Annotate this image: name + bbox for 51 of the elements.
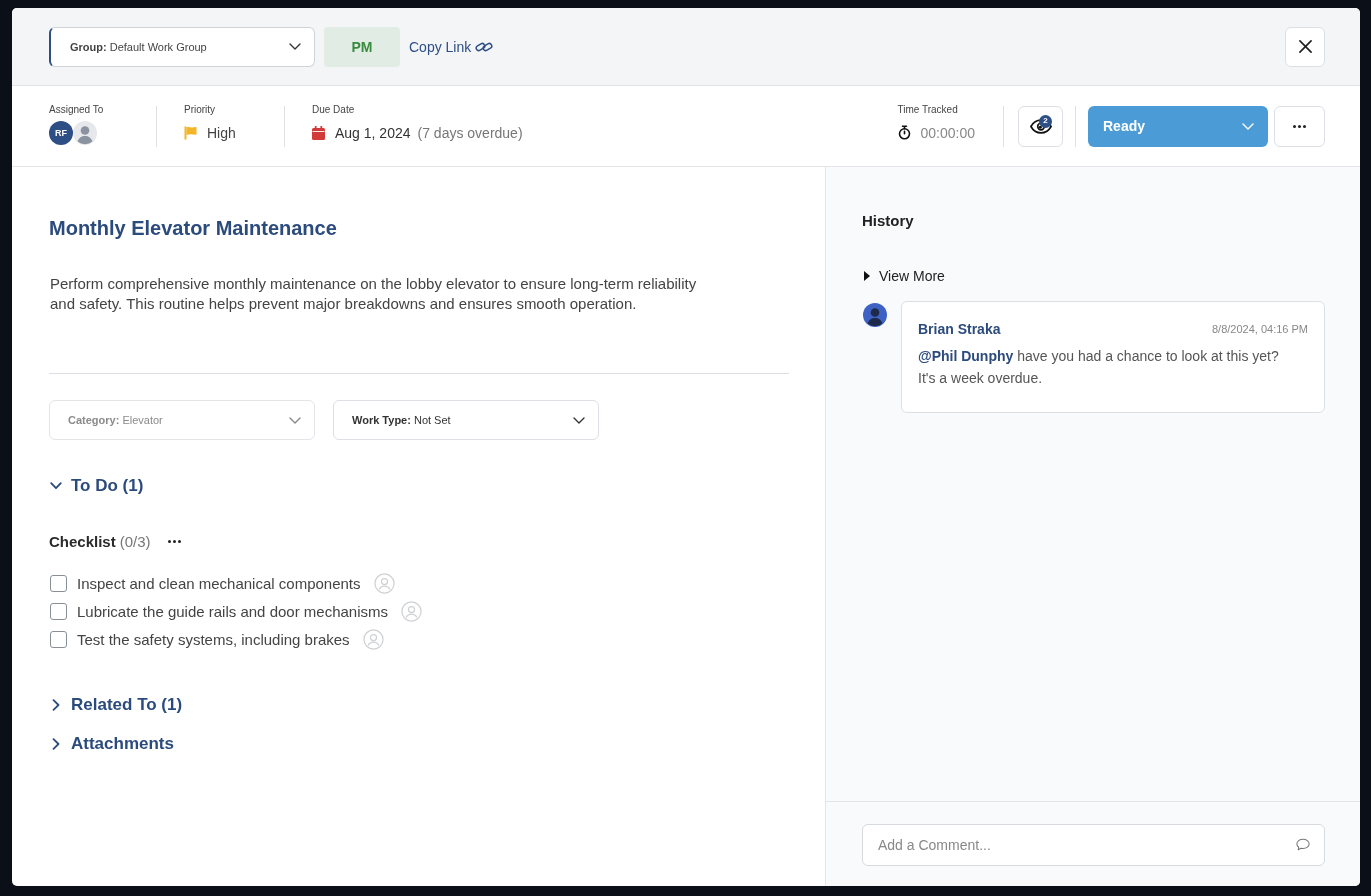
stopwatch-icon bbox=[897, 125, 911, 140]
speech-bubble-icon bbox=[1296, 838, 1310, 851]
link-icon bbox=[475, 40, 494, 53]
checklist-item-text: Lubricate the guide rails and door mechanisms bbox=[77, 602, 388, 620]
checkbox[interactable] bbox=[50, 574, 67, 592]
checkbox[interactable] bbox=[50, 630, 67, 648]
section-toggle[interactable]: Related To (1) bbox=[49, 693, 183, 717]
comment-text: @Phil Dunphy have you had a chance to look at this yet? It's a week overdue. bbox=[918, 347, 1280, 388]
user-initials-avatar: RF bbox=[49, 120, 73, 145]
checkbox[interactable] bbox=[50, 602, 67, 620]
comment-time: 8/8/2024, 04:16 PM bbox=[1212, 323, 1308, 335]
task-description: Perform comprehensive monthly maintenance on the lobby elevator to ensure long-term reliability and safety. This routine helps prevent major breakdowns and ensures smooth operation. bbox=[50, 274, 698, 314]
eye-icon bbox=[1029, 118, 1052, 134]
person-avatar-icon bbox=[73, 120, 97, 145]
more-icon[interactable] bbox=[167, 539, 181, 543]
field-label: Assigned To bbox=[49, 103, 105, 116]
priority-value: High bbox=[207, 124, 236, 141]
checklist-count: (0/3) bbox=[119, 532, 151, 550]
caret-right-icon bbox=[864, 271, 870, 281]
checklist-item-text: Inspect and clean mechanical components bbox=[77, 574, 361, 592]
section-toggle[interactable]: To Do (1) bbox=[49, 474, 144, 498]
chevron-down-icon bbox=[289, 416, 301, 424]
close-icon bbox=[1298, 40, 1312, 53]
watcher-count-badge: 2 bbox=[1039, 114, 1052, 128]
watch-button[interactable]: 2 bbox=[1018, 105, 1063, 147]
chevron-down-icon bbox=[1242, 122, 1254, 130]
more-icon bbox=[1293, 124, 1306, 128]
select-dropdown[interactable]: Work Type: Not Set bbox=[333, 400, 599, 440]
calendar-icon bbox=[312, 125, 325, 140]
task-type-tag: PM bbox=[324, 26, 400, 67]
section-toggle[interactable]: Attachments bbox=[49, 732, 174, 756]
person-avatar-icon bbox=[863, 303, 887, 327]
chevron-down-icon bbox=[573, 416, 585, 424]
checklist-title: Checklist bbox=[49, 532, 116, 550]
overdue-note: (7 days overdue) bbox=[417, 124, 523, 141]
checklist-item-text: Test the safety systems, including brakes bbox=[77, 630, 350, 648]
time-tracked-value: 00:00:00 bbox=[920, 124, 975, 141]
close-button[interactable] bbox=[1285, 26, 1325, 67]
field-label: Time Tracked bbox=[897, 103, 959, 116]
comment-input[interactable]: Add a Comment... bbox=[862, 824, 1325, 866]
flag-icon bbox=[184, 125, 197, 140]
due-date-value: Aug 1, 2024 bbox=[335, 124, 411, 141]
field-label: Due Date bbox=[312, 103, 356, 116]
copy-link[interactable]: Copy Link bbox=[409, 38, 494, 55]
task-title: Monthly Elevator Maintenance bbox=[49, 216, 338, 240]
comment-author: Brian Straka bbox=[918, 321, 1001, 337]
history-title: History bbox=[862, 211, 915, 231]
field-label: Priority bbox=[184, 103, 217, 116]
chevron-down-icon bbox=[289, 43, 301, 50]
group-dropdown[interactable]: Group: Default Work Group bbox=[49, 26, 315, 67]
view-more-toggle[interactable]: View More bbox=[862, 266, 945, 286]
